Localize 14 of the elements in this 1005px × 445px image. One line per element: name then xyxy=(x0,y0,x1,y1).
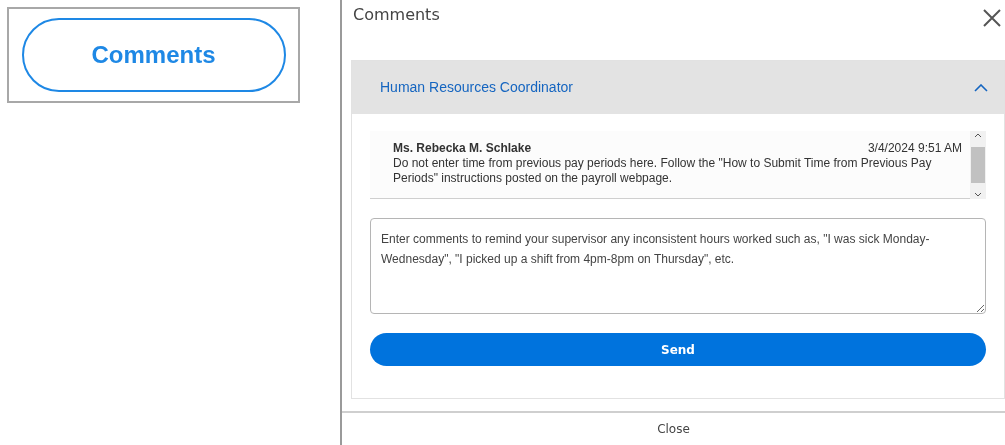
close-icon[interactable] xyxy=(983,9,1001,27)
send-button[interactable]: Send xyxy=(370,333,986,366)
close-button[interactable]: Close xyxy=(657,420,690,438)
comment-input[interactable]: Enter comments to remind your supervisor any inconsistent hours worked such as, "I was sick Monday-Wednesday", "I picked up a shift from 4pm-8pm on Thursday", etc. xyxy=(370,218,986,314)
comment-text: Do not enter time from previous pay periods here. Follow the "How to Submit Time from Previous Pay Periods" instructions posted on the payroll webpage. xyxy=(393,156,933,186)
comment-time: 3/4/2024 9:51 AM xyxy=(867,141,962,156)
scroll-down-icon[interactable] xyxy=(974,192,982,197)
chevron-up-icon xyxy=(974,83,988,92)
dialog-title: Comments xyxy=(353,4,440,26)
scroll-thumb[interactable] xyxy=(971,147,985,183)
scroll-up-icon[interactable] xyxy=(974,133,982,138)
section-header[interactable]: Human Resources Coordinator xyxy=(352,61,1004,114)
comment-author: Ms. Rebecka M. Schlake xyxy=(393,141,532,156)
comments-button[interactable]: Comments xyxy=(21,18,286,92)
